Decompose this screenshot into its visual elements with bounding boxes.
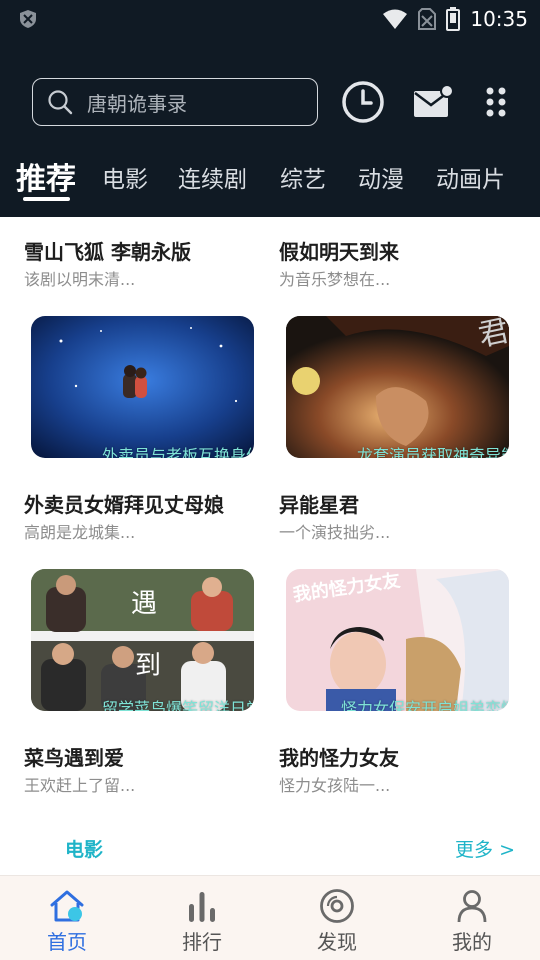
nav-ranking[interactable]: 排行 [142,876,262,960]
search-input[interactable]: 唐朝诡事录 [32,78,318,126]
battery-icon [446,7,461,31]
video-description: 王欢赶上了留... [24,776,136,795]
search-placeholder: 唐朝诡事录 [87,91,187,116]
active-tab-indicator [23,197,70,201]
status-icons: 10:35 [382,6,528,32]
poster-romance-image: 我的怪力女友 [286,569,509,711]
video-title[interactable]: 雪山飞狐 李朝永版 [24,236,191,265]
content-feed: 雪山飞狐 李朝永版 该剧以明末清... 假如明天到来 为音乐梦想在... 外卖员… [0,217,540,875]
nav-home-label: 首页 [47,930,87,954]
nav-profile[interactable]: 我的 [412,876,532,960]
video-title[interactable]: 假如明天到来 [279,236,399,265]
video-title[interactable]: 菜鸟遇到爱 [24,742,124,771]
tab-movies[interactable]: 电影 [102,160,148,194]
clock-time: 10:35 [470,7,528,31]
video-description: 高朗是龙城集... [24,523,136,542]
video-caption: 外卖员与老板互换身份 [101,446,254,458]
category-tabs: 推荐 电影 连续剧 综艺 动漫 动画片 [0,150,540,210]
video-caption: 龙套演员获取神奇异能 [356,446,509,458]
video-description: 怪力女孩陆一... [279,776,391,795]
video-caption: 怪力女保安开启姐弟恋情 [340,699,509,711]
tab-variety[interactable]: 综艺 [280,160,326,194]
tab-cartoon[interactable]: 动画片 [436,160,505,194]
nav-discover[interactable]: 发现 [277,876,397,960]
mail-notification-icon [414,84,454,117]
clock-history-icon [342,81,384,123]
poster-fantasy-image: 君 [286,316,509,458]
video-thumbnail[interactable]: 外卖员与老板互换身份 [31,316,254,458]
bar-chart-icon [189,892,215,922]
home-icon [50,890,84,922]
more-menu-button[interactable] [476,80,516,124]
messages-button[interactable] [410,80,456,124]
video-thumbnail[interactable]: 君 龙套演员获取神奇异能 [286,316,509,458]
video-title[interactable]: 我的怪力女友 [279,742,399,771]
search-icon [48,90,73,115]
bottom-navigation: 首页 排行 发现 我的 [0,875,540,960]
app-header: 10:35 唐朝诡事录 推荐 电影 连续剧 综艺 动漫 动画片 [0,0,540,217]
tab-series[interactable]: 连续剧 [178,160,247,194]
poster-comedy-image: 遇 到 [31,569,254,711]
poster-title-char: 到 [135,651,161,681]
video-description: 为音乐梦想在... [279,270,391,289]
video-caption: 留学菜鸟爆笑留洋日常 [101,699,254,711]
nav-ranking-label: 排行 [182,930,222,954]
video-title[interactable]: 异能星君 [279,489,359,518]
status-bar: 10:35 [0,0,540,38]
nav-profile-label: 我的 [452,930,492,954]
grid-dots-icon [486,87,506,117]
video-thumbnail[interactable]: 我的怪力女友 怪力女保安开启姐弟恋情 [286,569,509,711]
sim-off-icon [418,8,437,30]
history-button[interactable] [340,80,386,124]
poster-moon-image [31,316,254,458]
tab-recommend[interactable]: 推荐 [16,154,76,198]
disc-icon [320,889,354,923]
poster-title-char: 遇 [131,589,157,619]
video-thumbnail[interactable]: 遇 到 留学菜鸟爆笑留洋日常 [31,569,254,711]
section-header: 电影 更多 > [0,831,540,867]
more-link[interactable]: 更多 > [455,835,515,862]
video-description: 一个演技拙劣... [279,523,391,542]
nav-home[interactable]: 首页 [7,876,127,960]
wifi-icon [383,9,408,29]
security-shield-icon [20,10,36,28]
tab-anime[interactable]: 动漫 [358,160,404,194]
video-title[interactable]: 外卖员女婿拜见丈母娘 [24,489,224,518]
nav-discover-label: 发现 [317,930,357,954]
section-title: 电影 [65,839,104,861]
video-description: 该剧以明末清... [24,270,136,289]
user-icon [457,890,487,923]
